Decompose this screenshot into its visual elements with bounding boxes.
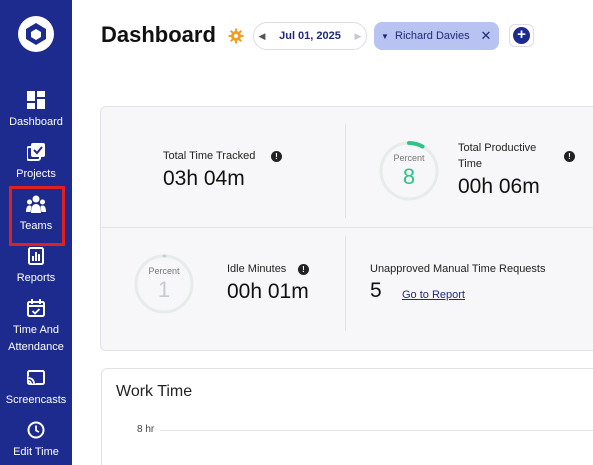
cast-icon (26, 368, 46, 388)
total-time-tracked-value: 03h 04m (163, 167, 245, 190)
close-icon[interactable]: ✕ (480, 28, 492, 44)
go-to-report-link[interactable]: Go to Report (402, 289, 465, 301)
sidebar-item-label: Reports (16, 272, 56, 284)
projects-checkbox-icon (26, 142, 46, 162)
divider (101, 227, 593, 228)
total-time-tracked-label: Total Time Tracked (163, 150, 256, 162)
app-logo-icon[interactable] (16, 14, 56, 54)
idle-minutes-label: Idle Minutes (227, 263, 287, 275)
sidebar-item-label: Screencasts (5, 394, 67, 406)
sidebar-item-label: Edit Time (13, 446, 59, 458)
date-picker[interactable]: ◀ Jul 01, 2025 ▶ (253, 22, 367, 50)
sidebar-item-screencasts[interactable]: Screencasts (0, 368, 72, 420)
y-axis-tick-label: 8 hr (137, 424, 155, 435)
next-date-arrow-icon[interactable]: ▶ (350, 31, 366, 42)
info-icon[interactable]: ! (271, 151, 282, 162)
chart-grid-line (160, 430, 593, 431)
work-time-title: Work Time (116, 383, 193, 400)
info-icon[interactable]: ! (564, 151, 575, 162)
divider (345, 124, 346, 218)
user-filter-chip[interactable]: ▼ Richard Davies ✕ (374, 22, 499, 50)
sidebar-item-reports[interactable]: Reports (0, 246, 72, 298)
calendar-check-icon (26, 298, 46, 318)
productive-percent-value: 8 (402, 164, 416, 189)
add-filter-button[interactable]: + (509, 24, 534, 47)
unapproved-requests-value: 5 (370, 279, 382, 302)
idle-percent-value: 1 (157, 277, 171, 302)
chevron-down-icon[interactable]: ▼ (381, 32, 395, 41)
unapproved-requests-label: Unapproved Manual Time Requests (370, 263, 546, 275)
idle-ring-label: Percent (148, 266, 180, 276)
gear-icon[interactable] (228, 28, 244, 44)
total-productive-time-label: Total Productive (458, 142, 537, 154)
idle-minutes-value: 00h 01m (227, 280, 309, 303)
sidebar-item-time-and-attendance[interactable]: Time And Attendance (0, 298, 72, 358)
info-icon[interactable]: ! (298, 264, 309, 275)
teams-highlight-outline (9, 186, 65, 246)
page-title: Dashboard (101, 22, 216, 47)
prev-date-arrow-icon[interactable]: ◀ (254, 31, 270, 42)
sidebar: Dashboard Projects Teams Reports Time An (0, 0, 72, 465)
sidebar-item-dashboard[interactable]: Dashboard (0, 90, 72, 142)
sidebar-item-label: Time And Attendance (8, 324, 64, 353)
sidebar-item-edit-time[interactable]: Edit Time (0, 420, 72, 465)
user-filter-name: Richard Davies (395, 30, 470, 42)
total-productive-time-value: 00h 06m (458, 175, 540, 198)
selected-date[interactable]: Jul 01, 2025 (270, 30, 350, 42)
sidebar-item-label: Dashboard (9, 116, 63, 128)
productive-ring-label: Percent (393, 153, 425, 163)
clock-icon (26, 420, 46, 440)
total-productive-time-label-line2: Time (458, 158, 483, 170)
dashboard-grid-icon (26, 90, 46, 110)
reports-chart-icon (26, 246, 46, 266)
sidebar-item-label: Projects (16, 168, 56, 180)
plus-icon: + (513, 27, 530, 44)
divider (345, 236, 346, 331)
